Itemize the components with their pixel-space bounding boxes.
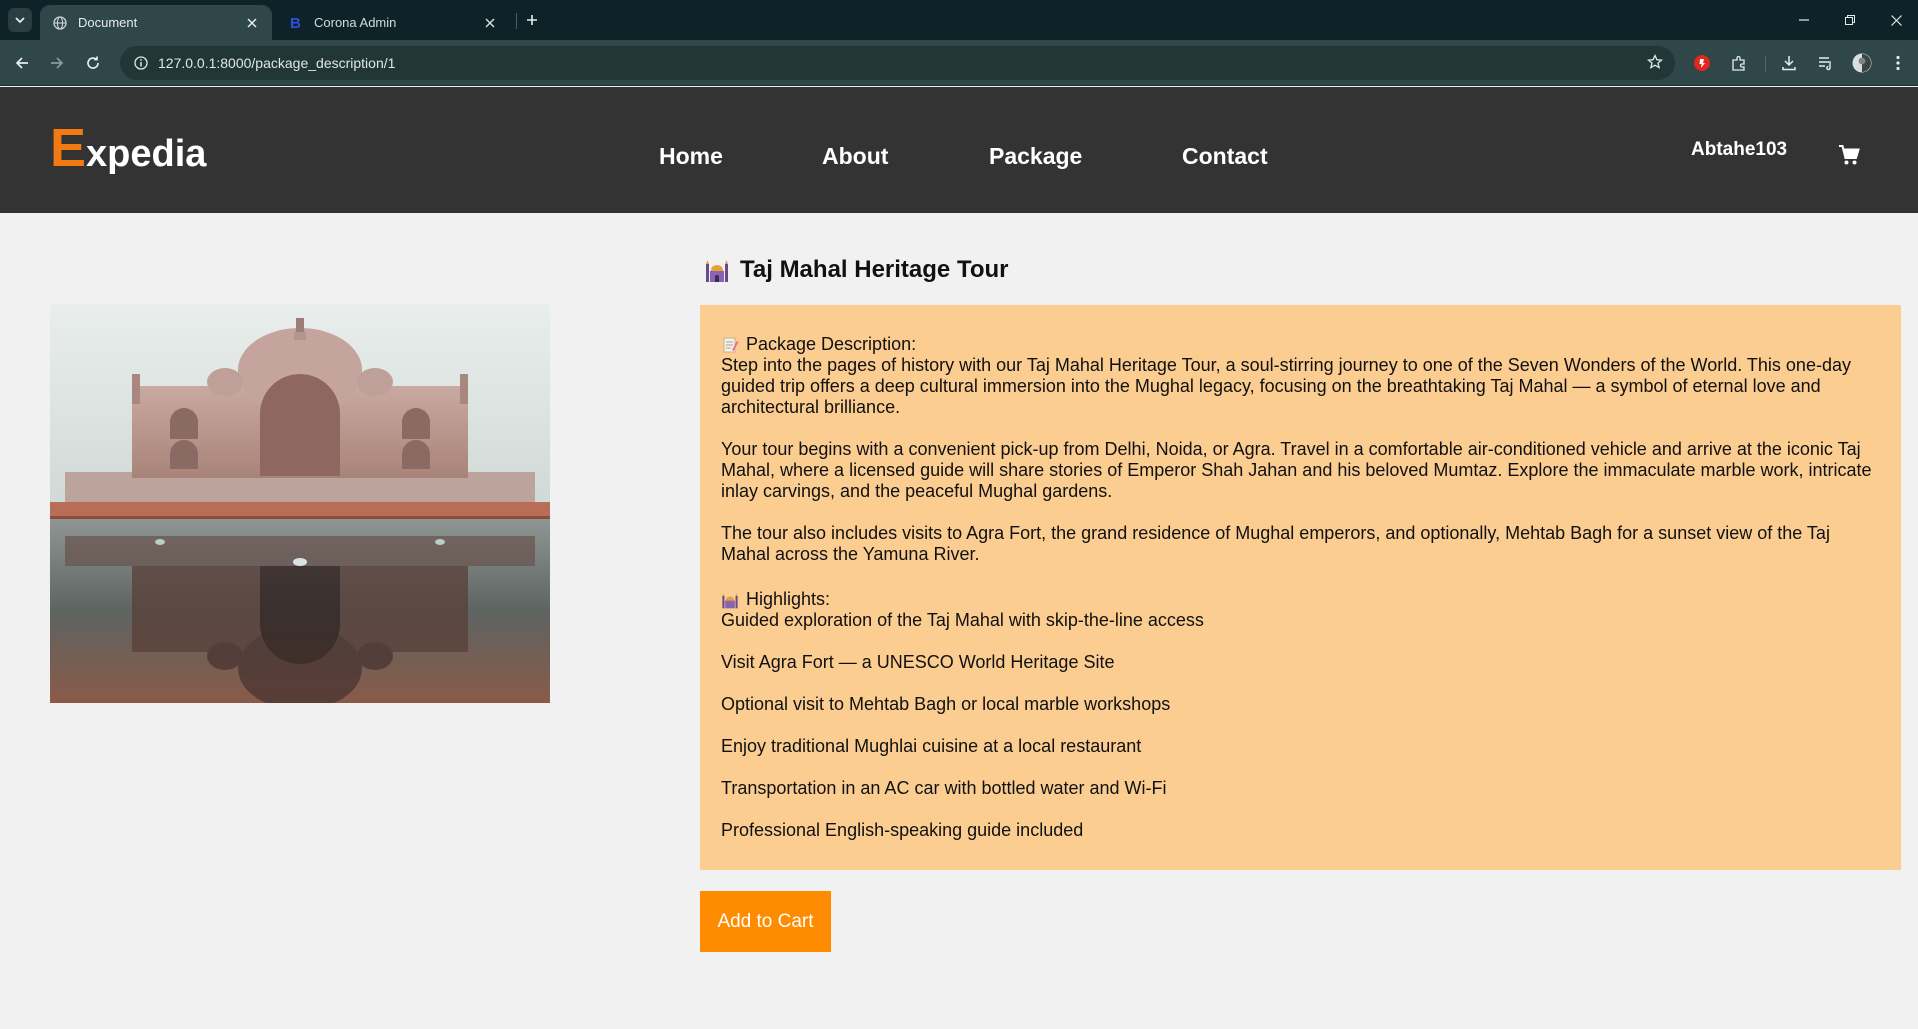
- toolbar-divider: [1765, 56, 1766, 72]
- minimize-button[interactable]: [1782, 0, 1826, 40]
- arrow-right-icon: [51, 57, 64, 69]
- tab-title: Document: [78, 15, 138, 30]
- reload-icon: [87, 56, 99, 69]
- browser-toolbar: 127.0.0.1:8000/package_description/1: [0, 40, 1918, 86]
- minimize-icon: [1799, 19, 1809, 21]
- tab-search-button[interactable]: [8, 8, 32, 32]
- nav-about[interactable]: About: [822, 143, 888, 170]
- highlights-heading-row: Highlights:: [721, 589, 1881, 610]
- tour-image: [50, 304, 550, 703]
- nav-contact[interactable]: Contact: [1182, 143, 1268, 170]
- site-header: E xpedia Home About Package Contact Abta…: [0, 87, 1918, 213]
- media-queue-icon[interactable]: [1814, 51, 1838, 75]
- highlight-item: Optional visit to Mehtab Bagh or local m…: [721, 694, 1171, 714]
- address-bar[interactable]: 127.0.0.1:8000/package_description/1: [120, 46, 1675, 80]
- bookmark-star-icon[interactable]: [1646, 53, 1664, 75]
- highlights-heading: Highlights:: [746, 589, 831, 609]
- browser-menu-icon[interactable]: [1886, 51, 1910, 75]
- browser-tab-bar: Document B Corona Admin: [0, 0, 1918, 40]
- restore-icon: [1845, 15, 1855, 25]
- description-paragraph: The tour also includes visits to Agra Fo…: [721, 523, 1830, 564]
- reload-button[interactable]: [81, 51, 105, 75]
- description-paragraph: Step into the pages of history with our …: [721, 355, 1851, 417]
- tab-title: Corona Admin: [314, 15, 397, 30]
- add-to-cart-button[interactable]: Add to Cart: [700, 891, 831, 952]
- tab-divider: [516, 13, 517, 29]
- nav-home[interactable]: Home: [659, 143, 723, 170]
- page-title: Taj Mahal Heritage Tour: [740, 256, 1009, 283]
- package-description-box: Package Description: Step into the pages…: [700, 305, 1901, 870]
- logo-text: xpedia: [86, 133, 207, 175]
- plus-icon: [527, 15, 537, 25]
- tab-corona-admin[interactable]: B Corona Admin: [276, 5, 510, 40]
- svg-text:B: B: [290, 15, 301, 31]
- package-title-row: Taj Mahal Heritage Tour: [704, 256, 1009, 284]
- memo-icon: [723, 337, 739, 352]
- description-heading: Package Description:: [746, 334, 917, 354]
- back-button[interactable]: [10, 51, 34, 75]
- site-info-icon[interactable]: [124, 56, 158, 70]
- nav-package[interactable]: Package: [989, 143, 1082, 170]
- extensions-puzzle-icon[interactable]: [1727, 51, 1751, 75]
- mosque-icon: [706, 260, 728, 282]
- close-icon[interactable]: [482, 15, 498, 31]
- bootstrap-b-icon: B: [288, 15, 304, 31]
- globe-icon: [52, 15, 68, 31]
- description-heading-row: Package Description:: [721, 334, 1881, 355]
- tab-document[interactable]: Document: [40, 5, 272, 40]
- site-logo[interactable]: E xpedia: [50, 117, 206, 179]
- mosque-icon: [722, 592, 738, 608]
- highlight-item: Guided exploration of the Taj Mahal with…: [721, 610, 1204, 630]
- description-paragraph: Your tour begins with a convenient pick-…: [721, 439, 1872, 501]
- cart-icon[interactable]: [1838, 144, 1860, 166]
- forward-button[interactable]: [45, 51, 69, 75]
- download-icon[interactable]: [1777, 51, 1801, 75]
- extension-red-icon[interactable]: [1690, 51, 1714, 75]
- logo-initial: E: [50, 118, 87, 178]
- username[interactable]: Abtahe103: [1691, 139, 1787, 161]
- new-tab-button[interactable]: [520, 8, 544, 32]
- highlight-item: Enjoy traditional Mughlai cuisine at a l…: [721, 736, 1142, 756]
- close-icon: [1890, 14, 1902, 26]
- profile-avatar-icon[interactable]: [1850, 51, 1874, 75]
- restore-button[interactable]: [1828, 0, 1872, 40]
- close-icon[interactable]: [244, 15, 260, 31]
- chevron-down-icon: [15, 17, 25, 24]
- highlight-item: Transportation in an AC car with bottled…: [721, 778, 1167, 798]
- highlight-item: Visit Agra Fort — a UNESCO World Heritag…: [721, 652, 1115, 672]
- url-text: 127.0.0.1:8000/package_description/1: [158, 55, 396, 71]
- arrow-left-icon: [15, 57, 28, 69]
- highlight-item: Professional English-speaking guide incl…: [721, 820, 1084, 840]
- close-window-button[interactable]: [1874, 0, 1918, 40]
